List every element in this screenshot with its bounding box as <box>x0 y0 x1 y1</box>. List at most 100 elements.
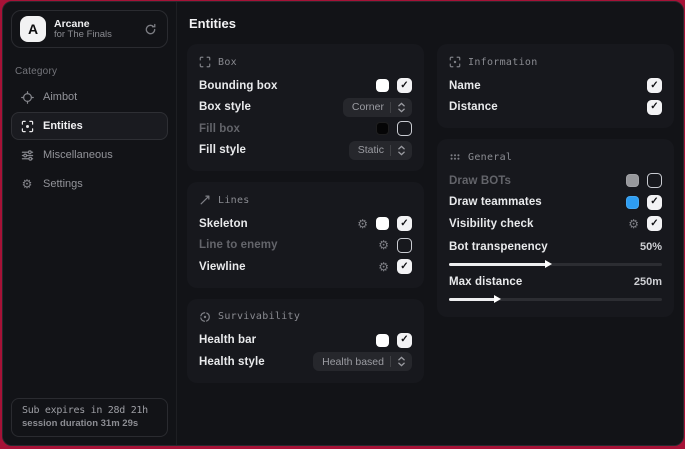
name-checkbox[interactable] <box>647 78 662 93</box>
viewline-settings-gear-icon[interactable]: ⚙ <box>378 261 389 273</box>
dropdown-divider <box>390 356 391 367</box>
color-swatch[interactable] <box>376 122 389 135</box>
row-label: Draw BOTs <box>449 175 626 187</box>
grid-dots-icon <box>449 151 461 163</box>
row-label: Max distance <box>449 276 634 288</box>
distance-checkbox[interactable] <box>647 100 662 115</box>
row-label: Health style <box>199 356 313 368</box>
row-label: Fill box <box>199 123 376 135</box>
row-label: Skeleton <box>199 218 357 230</box>
slider-thumb[interactable] <box>545 260 552 268</box>
fill-box-checkbox[interactable] <box>397 121 412 136</box>
row-label: Bounding box <box>199 80 376 92</box>
panel-title: Information <box>468 57 538 68</box>
row-distance: Distance <box>449 97 662 119</box>
color-swatch[interactable] <box>376 334 389 347</box>
viewline-checkbox[interactable] <box>397 259 412 274</box>
dropdown-value: Health based <box>322 356 384 368</box>
draw-teammates-checkbox[interactable] <box>647 195 662 210</box>
subscription-card: Sub expires in 28d 21h session duration … <box>11 398 168 437</box>
color-swatch[interactable] <box>376 217 389 230</box>
bot-transparency-slider[interactable] <box>449 263 662 266</box>
panel-title: Box <box>218 57 237 68</box>
row-label: Line to enemy <box>199 239 378 251</box>
box-style-dropdown[interactable]: Corner <box>343 98 412 117</box>
visibility-check-checkbox[interactable] <box>647 216 662 231</box>
sidebar-item-settings[interactable]: ⚙ Settings <box>11 170 168 198</box>
gear-icon: ⚙ <box>20 178 34 190</box>
sidebar-spacer <box>3 198 176 390</box>
panel-general-header: General <box>449 149 662 163</box>
slider-thumb[interactable] <box>494 295 501 303</box>
row-name: Name <box>449 75 662 97</box>
chevron-updown-icon <box>397 145 406 156</box>
row-line-to-enemy: Line to enemy ⚙ <box>199 235 412 257</box>
crosshair-icon <box>20 91 34 104</box>
row-draw-bots: Draw BOTs <box>449 170 662 192</box>
right-column: Information Name Distance <box>437 44 674 317</box>
max-distance-slider[interactable] <box>449 298 662 301</box>
box-corners-icon <box>199 56 211 68</box>
line-to-enemy-settings-gear-icon[interactable]: ⚙ <box>378 239 389 251</box>
row-fill-style: Fill style Static <box>199 140 412 162</box>
panel-box-header: Box <box>199 54 412 68</box>
visibility-settings-gear-icon[interactable]: ⚙ <box>628 218 639 230</box>
subscription-expiry: Sub expires in 28d 21h <box>22 405 157 416</box>
panel-survivability: Survivability Health bar Health style He… <box>187 299 424 383</box>
max-distance-slider-group: Max distance 250m <box>449 272 662 301</box>
color-swatch[interactable] <box>626 196 639 209</box>
row-skeleton: Skeleton ⚙ <box>199 213 412 235</box>
category-label: Category <box>3 56 176 83</box>
panel-columns: Box Bounding box Box style Corner <box>187 44 683 383</box>
logo-card: A Arcane for The Finals <box>11 10 168 48</box>
panel-general: General Draw BOTs Draw teammates <box>437 139 674 317</box>
panel-information-header: Information <box>449 54 662 68</box>
sidebar: A Arcane for The Finals Category <box>3 2 177 445</box>
bounding-box-checkbox[interactable] <box>397 78 412 93</box>
dropdown-divider <box>390 102 391 113</box>
panel-lines-header: Lines <box>199 192 412 206</box>
sidebar-item-aimbot[interactable]: Aimbot <box>11 83 168 111</box>
row-health-bar: Health bar <box>199 330 412 352</box>
sidebar-item-label: Settings <box>43 178 83 190</box>
row-draw-teammates: Draw teammates <box>449 192 662 214</box>
health-style-dropdown[interactable]: Health based <box>313 352 412 371</box>
app-name: Arcane <box>54 18 136 30</box>
panel-lines: Lines Skeleton ⚙ Line to enemy ⚙ <box>187 182 424 288</box>
main-content: Entities Box Bounding box <box>177 2 683 445</box>
sliders-icon <box>20 149 34 162</box>
color-swatch[interactable] <box>376 79 389 92</box>
panel-information: Information Name Distance <box>437 44 674 128</box>
sync-icon[interactable] <box>144 23 159 36</box>
page-title: Entities <box>187 16 683 31</box>
sidebar-item-label: Miscellaneous <box>43 149 113 161</box>
row-label: Health bar <box>199 334 376 346</box>
scan-dot-icon <box>449 56 461 68</box>
row-label: Distance <box>449 101 647 113</box>
skeleton-checkbox[interactable] <box>397 216 412 231</box>
skeleton-settings-gear-icon[interactable]: ⚙ <box>357 218 368 230</box>
row-fill-box: Fill box <box>199 118 412 140</box>
sidebar-item-miscellaneous[interactable]: Miscellaneous <box>11 141 168 169</box>
sidebar-item-entities[interactable]: Entities <box>11 112 168 140</box>
sidebar-item-label: Entities <box>43 120 83 132</box>
row-label: Name <box>449 80 647 92</box>
health-bar-checkbox[interactable] <box>397 333 412 348</box>
app-window: A Arcane for The Finals Category <box>2 1 684 446</box>
row-visibility-check: Visibility check ⚙ <box>449 213 662 235</box>
row-label: Bot transpenency <box>449 241 640 253</box>
line-to-enemy-checkbox[interactable] <box>397 238 412 253</box>
max-distance-value: 250m <box>634 276 662 288</box>
sidebar-nav: Aimbot Entities <box>3 83 176 198</box>
fill-style-dropdown[interactable]: Static <box>349 141 412 160</box>
draw-bots-checkbox[interactable] <box>647 173 662 188</box>
entities-scan-icon <box>20 120 34 133</box>
bot-transparency-slider-group: Bot transpenency 50% <box>449 237 662 266</box>
color-swatch[interactable] <box>626 174 639 187</box>
left-column: Box Bounding box Box style Corner <box>187 44 424 383</box>
dropdown-divider <box>390 145 391 156</box>
row-label: Viewline <box>199 261 378 273</box>
app-title-block: Arcane for The Finals <box>54 18 136 41</box>
sidebar-item-label: Aimbot <box>43 91 77 103</box>
row-viewline: Viewline ⚙ <box>199 256 412 278</box>
